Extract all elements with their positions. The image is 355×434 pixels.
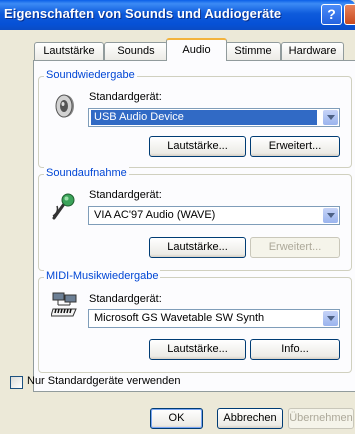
playback-device-select[interactable]: USB Audio Device (88, 108, 340, 127)
tab-audio[interactable]: Audio (166, 38, 227, 61)
chevron-down-icon[interactable] (323, 110, 338, 125)
recording-group: Soundaufnahme Standardgerät: VIA AC'97 A… (38, 167, 352, 271)
only-default-devices-checkbox[interactable] (10, 376, 23, 389)
midi-device-label: Standardgerät: (89, 293, 162, 305)
tab-sounds[interactable]: Sounds (104, 42, 168, 60)
microphone-icon (51, 192, 77, 223)
recording-device-value: VIA AC'97 Audio (WAVE) (94, 209, 216, 221)
tab-stimme[interactable]: Stimme (225, 42, 281, 60)
midi-device-value: Microsoft GS Wavetable SW Synth (94, 312, 265, 324)
recording-volume-button[interactable]: Lautstärke... (149, 237, 246, 258)
tab-strip: Lautstärke Sounds Audio Stimme Hardware (0, 38, 355, 61)
playback-volume-button[interactable]: Lautstärke... (149, 136, 246, 157)
midi-group: MIDI-Musikwiedergabe Standardgerät: Micr… (38, 270, 352, 373)
playback-legend: Soundwiedergabe (44, 69, 137, 81)
speaker-icon (51, 93, 77, 122)
tab-hardware[interactable]: Hardware (281, 42, 344, 60)
tab-lautstaerke[interactable]: Lautstärke (34, 42, 104, 60)
close-button[interactable] (344, 4, 355, 25)
help-button[interactable]: ? (321, 4, 342, 25)
chevron-down-icon[interactable] (323, 208, 338, 223)
recording-device-label: Standardgerät: (89, 189, 162, 201)
playback-advanced-button[interactable]: Erweitert... (250, 136, 340, 157)
recording-advanced-button[interactable]: Erweitert... (250, 237, 340, 258)
midi-info-button[interactable]: Info... (250, 339, 340, 360)
midi-volume-button[interactable]: Lautstärke... (149, 339, 246, 360)
recording-legend: Soundaufnahme (44, 167, 129, 179)
midi-legend: MIDI-Musikwiedergabe (44, 270, 161, 282)
window-title: Eigenschaften von Sounds und Audiogeräte (4, 6, 282, 21)
playback-device-value: USB Audio Device (91, 110, 317, 125)
midi-keyboard-icon (50, 291, 79, 322)
only-default-devices-label[interactable]: Nur Standardgeräte verwenden (27, 375, 180, 387)
audio-tab-panel: Soundwiedergabe Standardgerät: USB Audio… (33, 60, 355, 392)
cancel-button[interactable]: Abbrechen (217, 408, 283, 429)
recording-device-select[interactable]: VIA AC'97 Audio (WAVE) (88, 206, 340, 225)
properties-dialog: Eigenschaften von Sounds und Audiogeräte… (0, 0, 355, 434)
playback-device-label: Standardgerät: (89, 91, 162, 103)
apply-button[interactable]: Übernehmen (288, 408, 354, 429)
ok-button[interactable]: OK (150, 408, 203, 429)
chevron-down-icon[interactable] (323, 311, 338, 326)
midi-device-select[interactable]: Microsoft GS Wavetable SW Synth (88, 309, 340, 328)
playback-group: Soundwiedergabe Standardgerät: USB Audio… (38, 69, 352, 168)
title-bar[interactable]: Eigenschaften von Sounds und Audiogeräte… (0, 0, 355, 30)
